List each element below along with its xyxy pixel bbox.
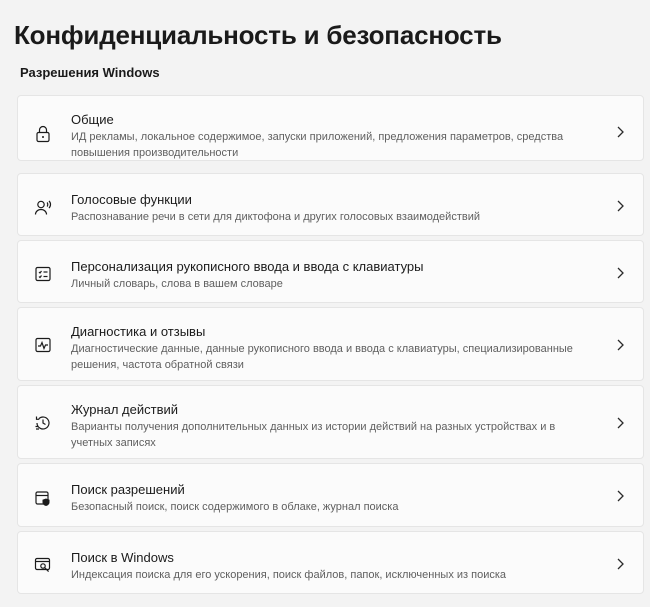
settings-page: Конфиденциальность и безопасность Разреш… <box>0 0 650 607</box>
settings-item-handwriting[interactable]: Персонализация рукописного ввода и ввода… <box>17 240 644 303</box>
search-windows-icon <box>34 556 52 574</box>
settings-item-title: Голосовые функции <box>71 192 192 207</box>
settings-item-description: Диагностические данные, данные рукописно… <box>71 343 573 371</box>
page-title: Конфиденциальность и безопасность <box>14 20 502 50</box>
settings-item-title: Поиск разрешений <box>71 482 185 497</box>
speech-icon <box>34 198 52 216</box>
settings-item-speech[interactable]: Голосовые функции Распознавание речи в с… <box>17 173 644 236</box>
settings-item-description: Индексация поиска для его ускорения, пои… <box>71 569 507 581</box>
chevron-right-icon <box>615 125 625 139</box>
settings-item-title: Персонализация рукописного ввода и ввода… <box>71 259 424 274</box>
chevron-right-icon <box>615 489 625 503</box>
chevron-right-icon <box>615 416 625 430</box>
settings-item-search-permissions[interactable]: Поиск разрешений Безопасный поиск, поиск… <box>17 463 644 527</box>
section-title: Разрешения Windows <box>20 65 160 80</box>
settings-item-description: Личный словарь, слова в вашем словаре <box>71 278 283 290</box>
settings-item-title: Журнал действий <box>71 402 179 417</box>
settings-item-diagnostics[interactable]: Диагностика и отзывы Диагностические дан… <box>17 307 644 381</box>
diagnostics-icon <box>34 336 52 354</box>
lock-icon <box>34 125 52 143</box>
settings-item-description: Распознавание речи в сети для диктофона … <box>71 211 480 223</box>
settings-item-description: Варианты получения дополнительных данных… <box>71 421 556 449</box>
search-permissions-icon <box>34 489 52 507</box>
settings-item-description: Безопасный поиск, поиск содержимого в об… <box>71 501 399 513</box>
chevron-right-icon <box>615 266 625 280</box>
settings-item-title: Диагностика и отзывы <box>71 324 206 339</box>
settings-item-title: Общие <box>71 112 114 127</box>
settings-item-description: ИД рекламы, локальное содержимое, запуск… <box>71 131 564 159</box>
settings-item-activity-history[interactable]: Журнал действий Варианты получения допол… <box>17 385 644 459</box>
history-icon <box>34 414 52 432</box>
chevron-right-icon <box>615 338 625 352</box>
chevron-right-icon <box>615 199 625 213</box>
settings-item-search-windows[interactable]: Поиск в Windows Индексация поиска для ег… <box>17 531 644 594</box>
settings-item-general[interactable]: Общие ИД рекламы, локальное содержимое, … <box>17 95 644 161</box>
handwriting-icon <box>34 265 52 283</box>
settings-item-title: Поиск в Windows <box>71 550 174 565</box>
chevron-right-icon <box>615 557 625 571</box>
